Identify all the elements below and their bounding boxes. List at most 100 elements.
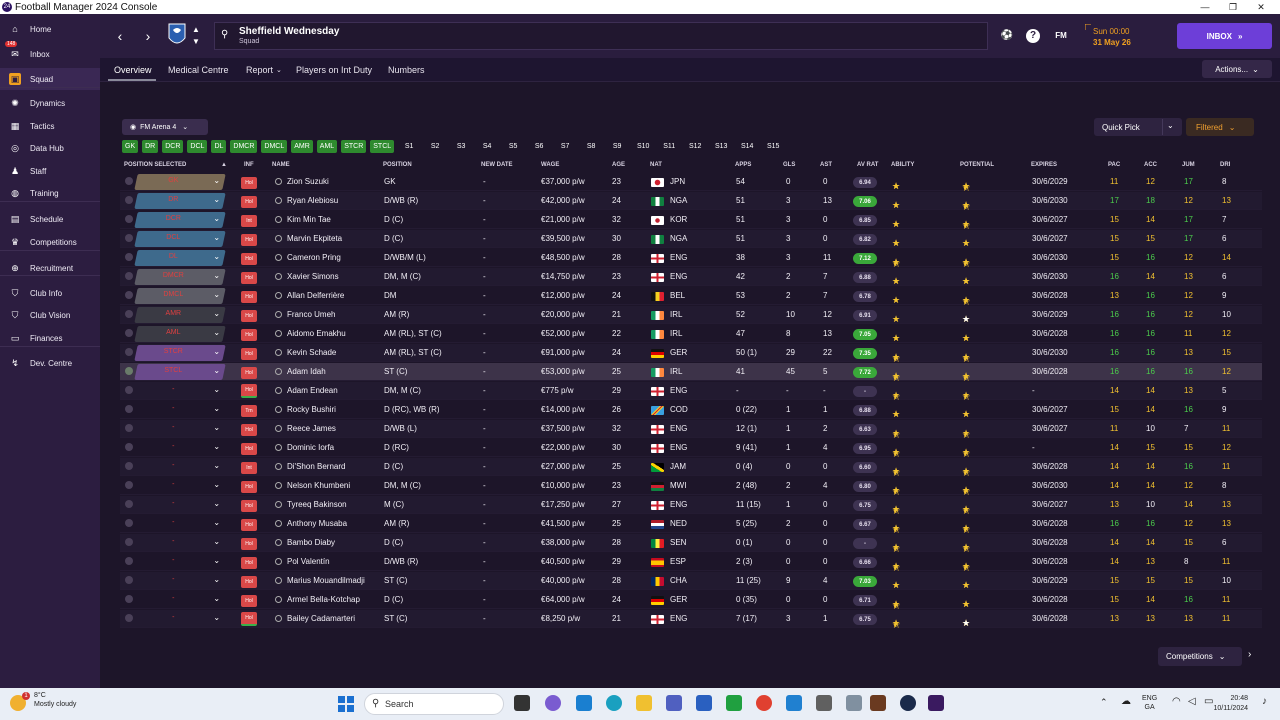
inf-badge[interactable]: Hol <box>241 367 257 379</box>
store-icon[interactable] <box>696 695 712 711</box>
inf-badge[interactable]: Hol <box>241 443 257 455</box>
row-select-radio[interactable] <box>125 443 133 451</box>
table-row[interactable]: - ⌄ Trn Rocky Bushiri D (RC), WB (R) - €14,000… <box>120 401 1262 419</box>
player-name[interactable]: Bailey Cadamarteri <box>287 614 355 623</box>
photos-icon[interactable] <box>816 695 832 711</box>
inf-badge[interactable]: Hol <box>241 329 257 341</box>
date-continue[interactable]: Sun 00:00 31 May 26 <box>1085 24 1165 48</box>
table-row[interactable]: - ⌄ Hol Pol Valentín D/WB (R) - €40,500 p/w 29 E… <box>120 553 1262 573</box>
row-select-radio[interactable] <box>125 481 133 489</box>
forward-button[interactable]: › <box>140 26 156 46</box>
position-selector[interactable]: GK ⌄ <box>134 174 226 190</box>
col-av-rat[interactable]: AV RAT <box>857 162 878 168</box>
player-name[interactable]: Kevin Schade <box>287 348 336 357</box>
position-selector[interactable]: DL ⌄ <box>134 250 226 266</box>
formation-sub-s10[interactable]: S10 <box>632 140 654 153</box>
formation-sub-s5[interactable]: S5 <box>502 140 524 153</box>
player-name[interactable]: Bambo Diaby <box>287 538 335 547</box>
inf-badge[interactable]: Hol <box>241 234 257 246</box>
close-button[interactable]: ✕ <box>1248 0 1274 14</box>
position-selector[interactable]: DR ⌄ <box>134 193 226 209</box>
position-selector[interactable]: - ⌄ <box>134 478 225 494</box>
back-button[interactable]: ‹ <box>112 26 128 46</box>
sidebar-item-schedule[interactable]: ▤ Schedule <box>0 208 100 230</box>
row-select-radio[interactable] <box>125 329 133 337</box>
row-select-radio[interactable] <box>125 462 133 470</box>
notifications-bell-icon[interactable]: ♪ <box>1262 696 1267 707</box>
row-select-radio[interactable] <box>125 177 133 185</box>
language-indicator[interactable]: ENG GA <box>1142 694 1157 712</box>
outlook-icon[interactable] <box>786 695 802 711</box>
player-name[interactable]: Marvin Ekpiteta <box>287 234 342 243</box>
table-row[interactable]: - ⌄ Hol Bailey Cadamarteri ST (C) - €8,250 p/w… <box>120 610 1262 630</box>
player-name[interactable]: Rocky Bushiri <box>287 405 336 414</box>
position-selector[interactable]: - ⌄ <box>134 573 225 589</box>
file-explorer-icon[interactable] <box>636 695 652 711</box>
player-name[interactable]: Reece James <box>287 424 336 433</box>
table-row[interactable]: DMCL ⌄ Hol Allan Delferrière DM - €12,000 p/w 2… <box>120 287 1262 307</box>
sidebar-item-staff[interactable]: ♟ Staff <box>0 160 100 182</box>
col-gls[interactable]: GLS <box>783 162 795 168</box>
formation-pos-stcr[interactable]: STCR <box>341 140 367 153</box>
col-name[interactable]: NAME <box>272 162 290 168</box>
row-select-radio[interactable] <box>125 272 133 280</box>
sidebar-item-home[interactable]: ⌂ Home <box>0 18 100 40</box>
position-selector[interactable]: - ⌄ <box>134 611 225 627</box>
row-select-radio[interactable] <box>125 519 133 527</box>
table-row[interactable]: STCR ⌄ Hol Kevin Schade AM (RL), ST (C) - €91,… <box>120 344 1262 364</box>
formation-sub-s2[interactable]: S2 <box>424 140 446 153</box>
wifi-icon[interactable]: ◠ <box>1172 696 1181 707</box>
chevron-right-icon[interactable]: › <box>1248 649 1251 660</box>
row-select-radio[interactable] <box>125 538 133 546</box>
player-name[interactable]: Franco Umeh <box>287 310 335 319</box>
steam-icon[interactable] <box>900 695 916 711</box>
player-name[interactable]: Kim Min Tae <box>287 215 331 224</box>
table-row[interactable]: - ⌄ Hol Nelson Khumbeni DM, M (C) - €10,000 p/… <box>120 477 1262 497</box>
col-position[interactable]: POSITION <box>383 162 412 168</box>
table-row[interactable]: STCL ⌄ Hol Adam Idah ST (C) - €53,000 p/w 25 IRL… <box>120 363 1262 383</box>
row-select-radio[interactable] <box>125 576 133 584</box>
sidebar-item-inbox[interactable]: ✉ 148 Inbox <box>0 41 100 65</box>
position-selector[interactable]: - ⌄ <box>134 402 225 418</box>
position-selector[interactable]: - ⌄ <box>134 459 225 475</box>
player-name[interactable]: Tyreeq Bakinson <box>287 500 347 509</box>
formation-sub-s14[interactable]: S14 <box>736 140 758 153</box>
col-ability[interactable]: ABILITY <box>891 162 914 168</box>
row-select-radio[interactable] <box>125 595 133 603</box>
inf-badge[interactable]: Hol <box>241 291 257 303</box>
tab-medical-centre[interactable]: Medical Centre <box>168 65 229 75</box>
player-name[interactable]: Adam Idah <box>287 367 326 376</box>
table-row[interactable]: - ⌄ Hol Armel Bella-Kotchap D (C) - €64,000 p/… <box>120 591 1262 611</box>
inf-badge[interactable]: Hol <box>241 500 257 512</box>
player-name[interactable]: Ryan Alebiosu <box>287 196 338 205</box>
inf-badge[interactable]: Trn <box>241 405 257 417</box>
row-select-radio[interactable] <box>125 500 133 508</box>
copilot-icon[interactable] <box>545 695 561 711</box>
position-selector[interactable]: - ⌄ <box>134 383 225 399</box>
table-row[interactable]: DR ⌄ Hol Ryan Alebiosu D/WB (R) - €42,000 p/w 2… <box>120 192 1262 212</box>
player-name[interactable]: Cameron Pring <box>287 253 341 262</box>
sidebar-item-dynamics[interactable]: ✺ Dynamics <box>0 92 100 114</box>
position-selector[interactable]: STCR ⌄ <box>134 345 226 361</box>
formation-pos-dl[interactable]: DL <box>211 140 227 153</box>
col-ast[interactable]: AST <box>820 162 832 168</box>
sidebar-item-club-info[interactable]: ⛉ Club Info <box>0 282 100 304</box>
football-manager-icon[interactable] <box>928 695 944 711</box>
formation-pos-gk[interactable]: GK <box>122 140 139 153</box>
chrome-icon[interactable] <box>756 695 772 711</box>
position-selector[interactable]: AMR ⌄ <box>134 307 226 323</box>
position-selector[interactable]: DCL ⌄ <box>134 231 226 247</box>
tray-chevron-up-icon[interactable]: ⌃ <box>1100 697 1108 708</box>
table-row[interactable]: - ⌄ Hol Bambo Diaby D (C) - €38,000 p/w 28 SEN 0 … <box>120 534 1262 554</box>
inf-badge[interactable]: Int <box>241 462 257 474</box>
table-row[interactable]: - ⌄ Hol Tyreeq Bakinson M (C) - €17,250 p/w 27 E… <box>120 496 1262 516</box>
player-name[interactable]: Dominic Iorfa <box>287 443 334 452</box>
club-search-box[interactable]: ⚲ Sheffield Wednesday Squad <box>214 22 988 50</box>
player-name[interactable]: Marius Mouandilmadji <box>287 576 365 585</box>
col-pac[interactable]: PAC <box>1108 162 1120 168</box>
inf-badge[interactable]: Hol <box>241 612 257 626</box>
formation-sub-s12[interactable]: S12 <box>684 140 706 153</box>
row-select-radio[interactable] <box>125 215 133 223</box>
table-row[interactable]: DCR ⌄ Int Kim Min Tae D (C) - €21,000 p/w 32 KOR… <box>120 211 1262 231</box>
row-select-radio[interactable] <box>125 291 133 299</box>
